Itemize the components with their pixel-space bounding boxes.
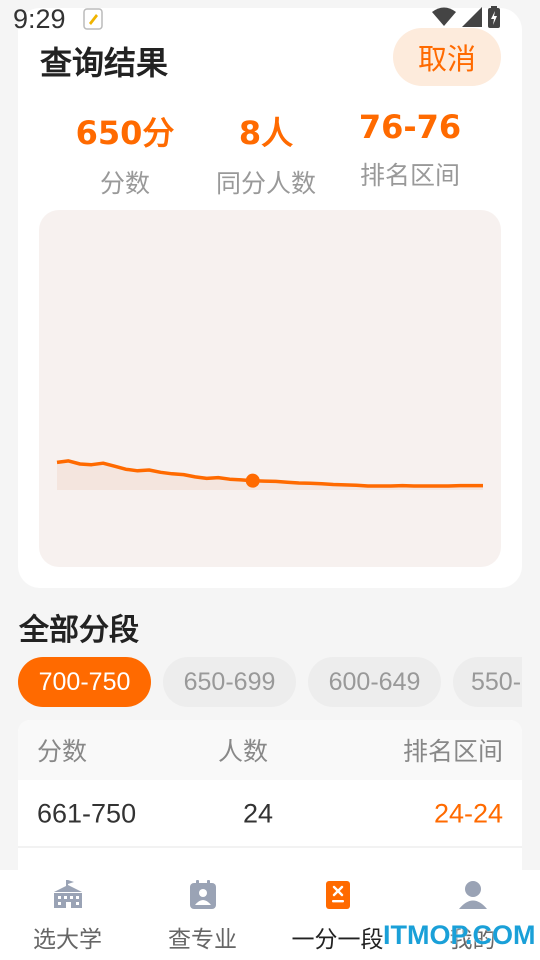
segment-chip[interactable]: 550-: [453, 657, 522, 707]
note-icon: [83, 8, 103, 30]
nav-label: 查专业: [168, 927, 237, 953]
stat-score: 650分 分数: [50, 108, 200, 200]
battery-icon: [488, 6, 500, 32]
status-time: 9:29: [13, 4, 66, 34]
score-distribution-chart: [39, 210, 501, 567]
wifi-icon: [432, 7, 456, 31]
stat-rank-range: 76-76 排名区间: [335, 108, 485, 192]
nav-label: 选大学: [33, 927, 102, 953]
nav-item-university[interactable]: 选大学: [0, 870, 135, 960]
stat-label: 排名区间: [359, 161, 460, 190]
segment-chip-row[interactable]: 700-750 650-699 600-649 550-: [18, 657, 522, 709]
stat-label: 分数: [99, 169, 150, 198]
score-sheet-icon: [325, 880, 351, 914]
header-count: 人数: [218, 737, 269, 766]
result-card: 查询结果 取消 650分 分数 8人 同分人数 76-76 排名区间: [18, 8, 522, 588]
table-header: 分数 人数 排名区间: [18, 720, 522, 780]
id-card-icon: [189, 880, 217, 914]
status-bar: 9:29: [0, 0, 540, 40]
stat-same-score-count: 8人 同分人数: [191, 108, 341, 200]
page-title: 查询结果: [40, 44, 169, 82]
header-score: 分数: [37, 737, 88, 766]
chart-highlight-point: [245, 473, 260, 488]
segment-chip[interactable]: 600-649: [308, 657, 441, 707]
stat-label: 同分人数: [215, 169, 316, 198]
cell-rank-range: 24-24: [433, 798, 503, 829]
header-rank-range: 排名区间: [402, 737, 503, 766]
signal-icon: [462, 7, 482, 31]
stat-value: 8人: [238, 114, 294, 152]
table-row[interactable]: 661-750 24 24-24: [18, 782, 522, 848]
nav-item-major[interactable]: 查专业: [135, 870, 270, 960]
segment-chip[interactable]: 700-750: [18, 657, 151, 707]
stat-value: 650分: [75, 114, 175, 152]
user-icon: [458, 880, 488, 914]
stat-value: 76-76: [358, 108, 462, 146]
segment-table: 分数 人数 排名区间 661-750 24 24-24: [18, 720, 522, 870]
watermark-text: ITMOP.COM: [383, 920, 536, 950]
segment-chip[interactable]: 650-699: [163, 657, 296, 707]
chart-svg: [56, 459, 483, 490]
university-icon: [52, 880, 84, 914]
segments-title: 全部分段: [19, 613, 139, 648]
